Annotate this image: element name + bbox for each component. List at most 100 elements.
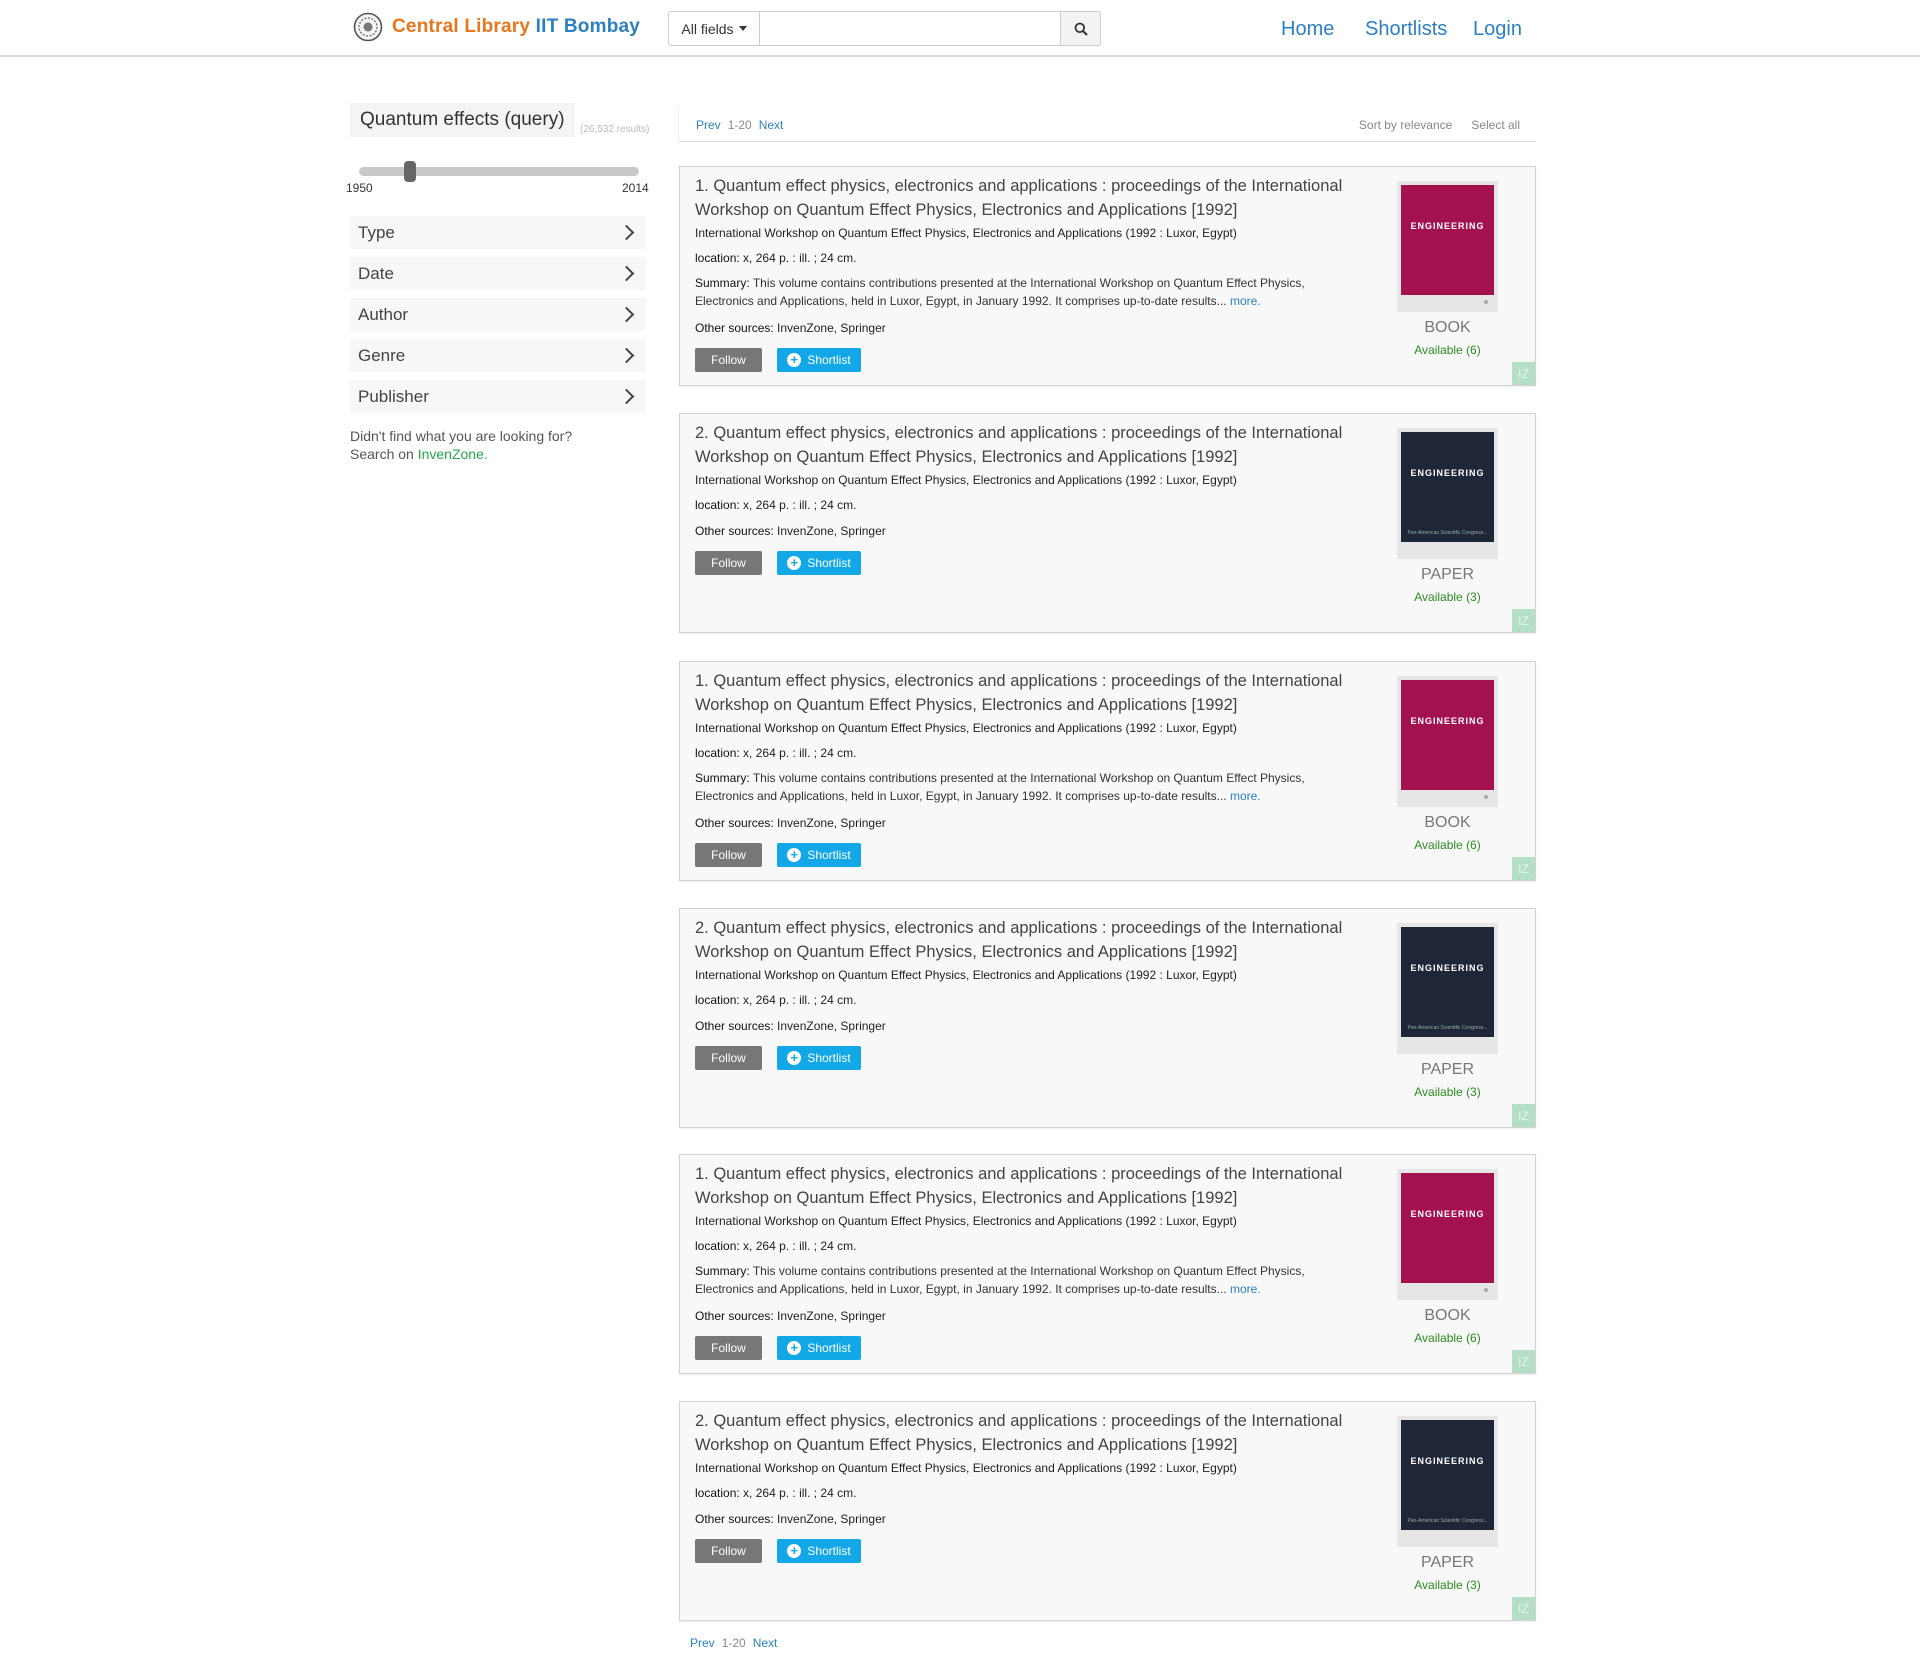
item-type: BOOK [1424,319,1471,336]
follow-button[interactable]: Follow [695,551,762,575]
chevron-right-icon [618,224,635,241]
location-label: location: [695,1239,740,1253]
result-author: International Workshop on Quantum Effect… [695,721,1237,735]
cover-thumbnail[interactable]: ENGINEERING Pan-American Scientific Cong… [1397,428,1498,559]
result-location: location: x, 264 p. : ill. ; 24 cm. [695,746,856,760]
result-title[interactable]: 2. Quantum effect physics, electronics a… [695,421,1355,469]
search-icon [1074,22,1088,36]
sources-label: Other sources: [695,321,774,335]
prev-page-link[interactable]: Prev [696,118,721,132]
more-link[interactable]: more. [1230,1282,1261,1296]
result-sources: Other sources: InvenZone, Springer [695,1512,886,1526]
cover-thumbnail[interactable]: ENGINEERING [1397,1169,1498,1300]
result-card: 2. Quantum effect physics, electronics a… [679,908,1536,1128]
next-page-link[interactable]: Next [759,118,784,132]
follow-button[interactable]: Follow [695,843,762,867]
prev-page-link[interactable]: Prev [690,1636,715,1650]
result-location: location: x, 264 p. : ill. ; 24 cm. [695,251,856,265]
result-title[interactable]: 2. Quantum effect physics, electronics a… [695,916,1355,964]
location-label: location: [695,1486,740,1500]
item-type: PAPER [1420,566,1475,583]
result-sources: Other sources: InvenZone, Springer [695,524,886,538]
sources-label: Other sources: [695,1309,774,1323]
cover-label: ENGINEERING [1410,1209,1485,1219]
cover-art: ENGINEERING Pan-American Scientific Cong… [1401,927,1494,1037]
shortlist-label: Shortlist [807,848,851,862]
more-link[interactable]: more. [1230,294,1261,308]
follow-button[interactable]: Follow [695,1046,762,1070]
more-link[interactable]: more. [1230,789,1261,803]
brand[interactable]: Central Library IIT Bombay [353,12,640,42]
cover-thumbnail[interactable]: ENGINEERING Pan-American Scientific Cong… [1397,923,1498,1054]
cover-thumbnail[interactable]: ENGINEERING [1397,181,1498,312]
facet-date[interactable]: Date [350,257,646,290]
invenzone-badge: IZ [1512,609,1535,632]
facet-author[interactable]: Author [350,298,646,331]
chevron-right-icon [618,388,635,405]
follow-button[interactable]: Follow [695,1336,762,1360]
nav-home[interactable]: Home [1281,18,1334,41]
result-title[interactable]: 1. Quantum effect physics, electronics a… [695,1162,1355,1210]
item-type: BOOK [1424,1307,1471,1324]
year-min-label: 1950 [346,181,373,195]
bottom-pagination: Prev 1-20 Next [690,1636,777,1650]
caret-down-icon [738,26,747,31]
nav-login[interactable]: Login [1473,18,1522,41]
dot-icon [1484,1288,1488,1292]
result-title[interactable]: 1. Quantum effect physics, electronics a… [695,669,1355,717]
brand-name-part1: Central Library [392,16,531,37]
shortlist-button[interactable]: + Shortlist [777,348,861,372]
result-sources: Other sources: InvenZone, Springer [695,1309,886,1323]
shortlist-button[interactable]: + Shortlist [777,843,861,867]
shortlist-button[interactable]: + Shortlist [777,1046,861,1070]
location-value: x, 264 p. : ill. ; 24 cm. [743,993,857,1007]
facet-genre[interactable]: Genre [350,339,646,372]
facet-label: Genre [358,345,406,365]
year-slider-handle[interactable] [404,161,416,182]
result-author: International Workshop on Quantum Effect… [695,1214,1237,1228]
invenzone-link[interactable]: InvenZone. [418,446,488,462]
year-range-slider[interactable] [359,167,639,176]
result-location: location: x, 264 p. : ill. ; 24 cm. [695,1486,856,1500]
location-label: location: [695,746,740,760]
result-title[interactable]: 1. Quantum effect physics, electronics a… [695,174,1355,222]
cover-thumbnail[interactable]: ENGINEERING Pan-American Scientific Cong… [1397,1416,1498,1547]
shortlist-label: Shortlist [807,353,851,367]
result-card: 1. Quantum effect physics, electronics a… [679,166,1536,386]
follow-button[interactable]: Follow [695,1539,762,1563]
shortlist-label: Shortlist [807,1341,851,1355]
availability: Available (6) [1414,1331,1481,1345]
next-page-link[interactable]: Next [753,1636,778,1650]
facet-publisher[interactable]: Publisher [350,380,646,413]
search-input[interactable] [760,11,1061,46]
result-sources: Other sources: InvenZone, Springer [695,816,886,830]
cover-label: ENGINEERING [1410,221,1485,231]
location-value: x, 264 p. : ill. ; 24 cm. [743,251,857,265]
result-title[interactable]: 2. Quantum effect physics, electronics a… [695,1409,1355,1457]
result-card: 1. Quantum effect physics, electronics a… [679,1154,1536,1374]
item-type: PAPER [1420,1061,1475,1078]
result-author: International Workshop on Quantum Effect… [695,226,1237,240]
select-all-link[interactable]: Select all [1471,118,1520,132]
result-author: International Workshop on Quantum Effect… [695,968,1237,982]
result-card: 2. Quantum effect physics, electronics a… [679,413,1536,633]
cover-label: ENGINEERING [1410,963,1485,973]
shortlist-label: Shortlist [807,1051,851,1065]
sources-label: Other sources: [695,816,774,830]
cover-thumbnail[interactable]: ENGINEERING [1397,676,1498,807]
sort-dropdown[interactable]: Sort by relevance [1359,118,1452,132]
summary-text: This volume contains contributions prese… [695,276,1305,308]
location-value: x, 264 p. : ill. ; 24 cm. [743,1239,857,1253]
shortlist-button[interactable]: + Shortlist [777,1336,861,1360]
search-button[interactable] [1061,11,1101,46]
cover-label: ENGINEERING [1410,468,1485,478]
shortlist-button[interactable]: + Shortlist [777,551,861,575]
search-field-dropdown[interactable]: All fields [668,11,760,46]
summary-label: Summary: [695,1264,750,1278]
follow-button[interactable]: Follow [695,348,762,372]
invenzone-badge: IZ [1512,1104,1535,1127]
sources-value: InvenZone, Springer [777,816,886,830]
facet-type[interactable]: Type [350,216,646,249]
shortlist-button[interactable]: + Shortlist [777,1539,861,1563]
nav-shortlists[interactable]: Shortlists [1365,18,1447,41]
